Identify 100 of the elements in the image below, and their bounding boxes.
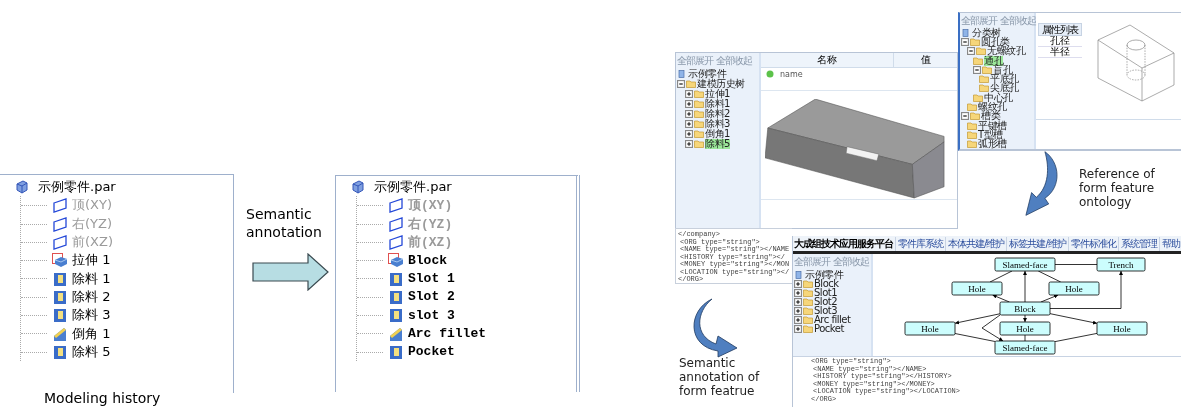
tree-item-label[interactable]: 示例零件.par [374,178,452,197]
tree-item[interactable]: 除料3 [705,119,730,129]
collapse-icon[interactable] [961,112,969,121]
tree-item-label[interactable]: Slot 2 [408,289,455,305]
tree-item[interactable]: Pocket [814,323,844,334]
expand-icon[interactable] [794,306,802,315]
expand-icon[interactable] [794,279,802,288]
tree-item[interactable]: 分类树 [972,27,1001,38]
tree-item[interactable]: 示例零件 [805,269,843,280]
tree-item[interactable]: T型槽 [978,129,1003,140]
graph-node[interactable]: Hole [951,281,1003,296]
cutout-icon [388,288,404,305]
connector-line [1024,334,1026,342]
tree-item-label[interactable]: 除料 5 [72,342,111,361]
cutout-icon [388,270,404,287]
cutout-icon [388,343,404,360]
connector-line [989,270,1013,283]
plane-icon [388,197,404,214]
document-icon [677,70,687,78]
block-icon [52,252,68,269]
tree-item[interactable]: 中心孔 [984,92,1013,103]
table-cell: 半径 [1038,47,1082,58]
expand-icon[interactable] [794,315,802,324]
tree-item-label[interactable]: 除料 3 [72,306,111,325]
status-dot-icon [766,70,774,78]
menu-tab[interactable]: 系统管理 [1117,236,1157,251]
tree-item-label[interactable]: 除料 2 [72,287,111,306]
tree-item-label[interactable]: Arc fillet [408,326,486,341]
cutout-icon [52,270,68,287]
table-cell: 孔径 [1038,36,1082,47]
tree-item[interactable]: 平键槽 [978,120,1007,131]
tree-item-label[interactable]: 示例零件.par [38,178,116,197]
graph-node[interactable]: Hole [1048,281,1100,296]
tree-item[interactable]: Arc fillet [814,314,851,325]
tree-item[interactable]: Slot1 [814,287,838,298]
menu-tab[interactable]: 零件标准化 [1067,236,1116,251]
tree-item-label[interactable]: 除料 1 [72,269,111,288]
tree-item[interactable]: Slot3 [814,305,838,316]
tree-item[interactable]: 槽类 [981,111,1000,122]
tree-item-label[interactable]: slot 3 [408,307,455,323]
connector-line [1054,264,1098,265]
graph-node[interactable]: Trench [1096,257,1146,272]
figure-caption: Modeling history [44,390,161,406]
document-icon [961,28,971,37]
expand-icon[interactable] [794,324,802,333]
expand-icon[interactable] [685,140,693,148]
tree-item[interactable]: 除料5 [705,139,730,149]
menu-tab[interactable]: 帮助 [1158,236,1180,251]
collapse-icon[interactable] [677,80,685,88]
connector-line [1054,333,1098,342]
cutout-icon [52,307,68,324]
tree-item[interactable]: 圆孔类 [981,36,1010,47]
tree-item-label[interactable]: 拉伸 1 [72,251,111,270]
connector-line [954,333,996,342]
tree-item[interactable]: 盲孔 [993,64,1012,75]
graph-node[interactable]: Block [999,301,1051,316]
expand-icon[interactable] [685,120,693,128]
expand-icon[interactable] [794,288,802,297]
tree-item[interactable]: Block [814,278,839,289]
expand-icon[interactable] [794,297,802,306]
tree-item[interactable]: 倒角1 [705,129,730,139]
graph-node[interactable]: Slamed-face [994,340,1056,355]
tree-item[interactable]: 示例零件 [688,69,726,79]
menu-tab[interactable]: 零件库系统 [895,236,944,251]
expand-icon[interactable] [685,110,693,118]
tree-item[interactable]: 除料1 [705,99,730,109]
menu-tab[interactable]: 本体共建/维护 [945,236,1005,251]
annotation-text: Reference of form feature ontology [1079,167,1156,209]
graph-node[interactable]: Hole [999,321,1051,336]
collapse-icon[interactable] [967,47,975,56]
curved-arrow-icon [690,298,738,358]
collapse-icon[interactable] [961,37,969,46]
block-icon [388,252,404,269]
menu-tab[interactable]: 标签共建/维护 [1006,236,1066,251]
expand-icon[interactable] [685,100,693,108]
column-header[interactable]: 值 [894,53,957,67]
table-header: 属性列表 [1038,23,1082,36]
graph-node[interactable]: Slamed-face [994,257,1056,272]
graph-node[interactable]: Hole [904,321,956,336]
expand-icon[interactable] [685,90,693,98]
collapse-icon[interactable] [973,65,981,74]
graph-node[interactable]: Hole [1096,321,1148,336]
tree-item[interactable]: 弧形槽 [978,139,1007,150]
tree-item-label[interactable]: 倒角 1 [72,324,111,343]
connector-line [1037,270,1062,283]
tree-item[interactable]: 建模历史树 [697,79,745,89]
tree-item[interactable]: 拉伸1 [705,89,730,99]
plane-icon [52,234,68,251]
tree-item[interactable]: Slot2 [814,296,838,307]
tree-item-label[interactable]: Block [408,252,447,268]
fillet-icon [388,325,404,342]
column-header[interactable]: 名称 [761,53,894,67]
tree-item[interactable]: 通孔 [984,55,1003,66]
tree-item[interactable]: 除料2 [705,109,730,119]
tree-item-label[interactable]: Pocket [408,344,455,360]
fillet-icon [52,325,68,342]
tree-item-label[interactable]: Slot 1 [408,271,455,287]
expand-icon[interactable] [685,130,693,138]
app-title: 大成组技术应用服务平台 [794,236,893,251]
cutout-icon [52,288,68,305]
